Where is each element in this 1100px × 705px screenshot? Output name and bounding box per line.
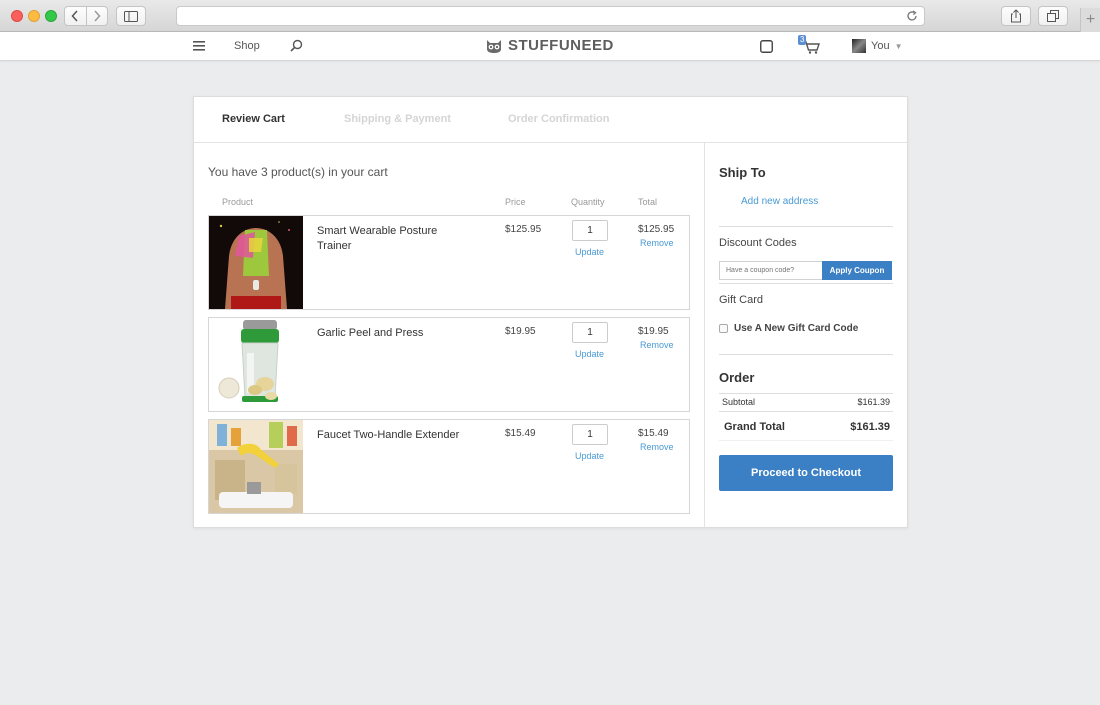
new-tab-button[interactable]: + bbox=[1080, 8, 1100, 32]
divider bbox=[719, 440, 893, 441]
product-name[interactable]: Garlic Peel and Press bbox=[317, 326, 467, 341]
back-button[interactable] bbox=[65, 7, 86, 25]
step-review-cart[interactable]: Review Cart bbox=[222, 113, 285, 125]
sidebar-toggle-button[interactable] bbox=[116, 6, 146, 26]
remove-link[interactable]: Remove bbox=[640, 340, 674, 350]
cart-item: Faucet Two-Handle Extender $15.49 Update… bbox=[208, 419, 690, 514]
gift-card-checkbox[interactable] bbox=[719, 324, 728, 333]
apply-coupon-button[interactable]: Apply Coupon bbox=[822, 261, 892, 280]
quantity-input[interactable] bbox=[572, 220, 608, 241]
divider bbox=[719, 411, 893, 412]
forward-button[interactable] bbox=[85, 7, 108, 25]
close-window-button[interactable] bbox=[11, 10, 23, 22]
share-button[interactable] bbox=[1001, 6, 1031, 26]
zoom-window-button[interactable] bbox=[45, 10, 57, 22]
column-header-product: Product bbox=[222, 197, 254, 207]
site-header: Shop STUFFUNEED 3 You ▼ bbox=[0, 32, 1100, 61]
line-total: $19.95 bbox=[638, 326, 669, 337]
update-link[interactable]: Update bbox=[575, 349, 604, 359]
hamburger-menu-icon[interactable] bbox=[193, 41, 205, 51]
cart-button[interactable]: 3 bbox=[798, 35, 822, 55]
step-order-confirmation: Order Confirmation bbox=[508, 113, 610, 125]
plus-icon: + bbox=[1085, 11, 1096, 28]
discount-codes-heading: Discount Codes bbox=[719, 237, 797, 249]
order-sidebar: Ship To Add new address Discount Codes A… bbox=[705, 143, 907, 527]
user-menu[interactable]: You ▼ bbox=[852, 39, 902, 53]
chevron-left-icon bbox=[71, 10, 78, 22]
line-total: $125.95 bbox=[638, 224, 675, 235]
grand-total-value: $161.39 bbox=[850, 421, 890, 433]
proceed-to-checkout-button[interactable]: Proceed to Checkout bbox=[719, 455, 893, 491]
cart-count-badge: 3 bbox=[798, 35, 807, 45]
cart-item: Garlic Peel and Press $19.95 Update $19.… bbox=[208, 317, 690, 412]
divider bbox=[719, 226, 893, 227]
column-header-total: Total bbox=[638, 197, 658, 207]
search-icon[interactable] bbox=[290, 39, 303, 52]
posture-trainer-image[interactable] bbox=[209, 216, 303, 309]
address-bar[interactable] bbox=[176, 6, 925, 26]
share-icon bbox=[1011, 9, 1021, 23]
faucet-extender-image[interactable] bbox=[209, 420, 303, 513]
cart-item: Smart Wearable Posture Trainer $125.95 U… bbox=[208, 215, 690, 310]
line-total: $15.49 bbox=[638, 428, 669, 439]
product-price: $19.95 bbox=[505, 326, 536, 337]
column-header-quantity: Quantity bbox=[571, 197, 605, 207]
checkout-steps: Review Cart Shipping & Payment Order Con… bbox=[194, 97, 907, 143]
gift-card-heading: Gift Card bbox=[719, 294, 764, 306]
sidebar-icon bbox=[124, 10, 138, 22]
garlic-press-image[interactable] bbox=[209, 318, 303, 411]
avatar bbox=[852, 39, 866, 53]
tabs-overview-button[interactable] bbox=[1038, 6, 1068, 26]
grand-total-label: Grand Total bbox=[724, 421, 785, 433]
update-link[interactable]: Update bbox=[575, 451, 604, 461]
gift-card-checkbox-label[interactable]: Use A New Gift Card Code bbox=[734, 323, 858, 334]
quantity-input[interactable] bbox=[572, 322, 608, 343]
order-heading: Order bbox=[719, 370, 755, 385]
remove-link[interactable]: Remove bbox=[640, 442, 674, 452]
owl-logo-icon bbox=[487, 39, 501, 53]
remove-link[interactable]: Remove bbox=[640, 238, 674, 248]
user-name: You bbox=[871, 40, 890, 52]
history-nav bbox=[64, 6, 108, 26]
update-link[interactable]: Update bbox=[575, 247, 604, 257]
ship-to-heading: Ship To bbox=[719, 165, 766, 180]
square-icon[interactable] bbox=[760, 40, 773, 53]
product-name[interactable]: Smart Wearable Posture Trainer bbox=[317, 224, 467, 254]
subtotal-label: Subtotal bbox=[722, 397, 756, 407]
browser-toolbar: + bbox=[0, 0, 1100, 32]
site-logo-text: STUFFUNEED bbox=[508, 37, 614, 54]
divider bbox=[719, 283, 893, 284]
product-name[interactable]: Faucet Two-Handle Extender bbox=[317, 428, 467, 443]
cart-intro: You have 3 product(s) in your cart bbox=[208, 165, 388, 179]
quantity-input[interactable] bbox=[572, 424, 608, 445]
divider bbox=[719, 393, 893, 394]
cart-panel: You have 3 product(s) in your cart Produ… bbox=[194, 143, 705, 527]
tabs-icon bbox=[1047, 10, 1059, 22]
coupon-code-input[interactable] bbox=[719, 261, 823, 280]
subtotal-row: Subtotal $161.39 bbox=[722, 397, 890, 407]
chevron-right-icon bbox=[94, 10, 101, 22]
product-price: $15.49 bbox=[505, 428, 536, 439]
site-logo[interactable]: STUFFUNEED bbox=[485, 37, 614, 54]
subtotal-value: $161.39 bbox=[857, 397, 890, 407]
divider bbox=[719, 354, 893, 355]
chevron-down-icon: ▼ bbox=[894, 41, 903, 51]
checkout-card: Review Cart Shipping & Payment Order Con… bbox=[193, 96, 908, 528]
shop-link[interactable]: Shop bbox=[234, 40, 260, 52]
step-shipping-payment: Shipping & Payment bbox=[344, 113, 451, 125]
product-price: $125.95 bbox=[505, 224, 542, 235]
grand-total-row: Grand Total $161.39 bbox=[724, 421, 890, 433]
reload-icon[interactable] bbox=[906, 10, 918, 22]
column-header-price: Price bbox=[505, 197, 526, 207]
add-address-link[interactable]: Add new address bbox=[741, 196, 818, 207]
minimize-window-button[interactable] bbox=[28, 10, 40, 22]
